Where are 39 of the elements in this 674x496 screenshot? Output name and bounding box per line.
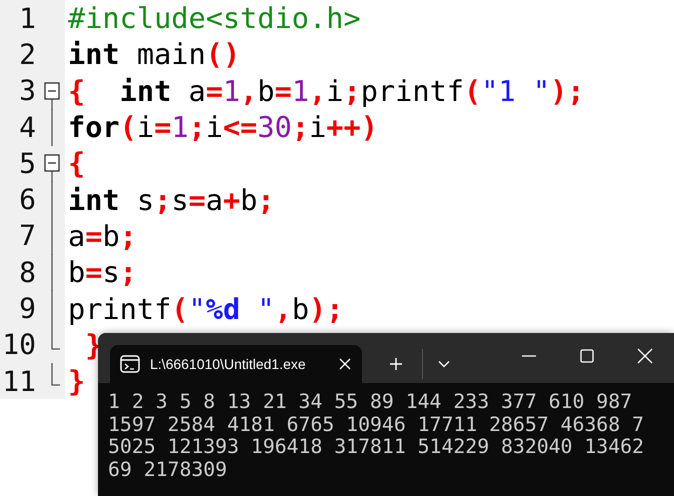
line-number: 11 xyxy=(1,364,37,400)
close-icon xyxy=(338,357,352,371)
plus-icon xyxy=(389,357,403,371)
code-line: b=s; xyxy=(68,254,137,290)
fold-end-line xyxy=(51,326,60,350)
tab-title: L:\6661010\Untitled1.exe xyxy=(150,356,307,372)
console-output-line: 5025 121393 196418 317811 514229 832040 13462 xyxy=(108,436,645,458)
minimize-icon xyxy=(522,355,536,357)
code-line: printf("%d ",b); xyxy=(68,290,344,327)
maximize-icon xyxy=(580,349,594,363)
line-number: 4 xyxy=(18,110,37,146)
line-number: 7 xyxy=(18,218,37,254)
line-number: 6 xyxy=(18,182,37,218)
line-number: 1 xyxy=(18,0,37,36)
line-number: 8 xyxy=(18,254,37,290)
console-output-line: 1597 2584 4181 6765 10946 17711 28657 46368 7 xyxy=(108,414,645,436)
code-line: for(i=1;i<=30;i++) xyxy=(68,109,378,146)
code-line: { int a=1,b=1,i;printf("1 "); xyxy=(68,72,585,109)
line-number: 9 xyxy=(18,291,37,327)
code-line: } xyxy=(68,363,86,400)
code-line: { xyxy=(68,145,86,182)
console-output-line: 69 2178309 xyxy=(108,458,228,481)
line-number: 10 xyxy=(1,327,37,363)
console-icon xyxy=(120,355,140,373)
code-line: int main() xyxy=(68,36,240,72)
code-line: #include<stdio.h> xyxy=(68,0,361,36)
console-output-line: 1 2 3 5 8 13 21 34 55 89 144 233 377 610 987 xyxy=(108,391,634,414)
line-number: 2 xyxy=(18,36,37,73)
code-line: a=b; xyxy=(68,218,137,254)
code-line: } xyxy=(84,326,102,363)
close-tab-button[interactable] xyxy=(338,357,352,371)
code-line: int s;s=a+b; xyxy=(68,182,275,218)
line-number: 5 xyxy=(18,146,37,182)
close-icon xyxy=(637,348,653,364)
line-number: 3 xyxy=(18,73,37,109)
chevron-down-icon xyxy=(438,360,450,368)
terminal-tab[interactable]: L:\6661010\Untitled1.exe xyxy=(110,345,362,383)
fold-end-line xyxy=(51,362,60,386)
fold-guide-line xyxy=(51,108,53,146)
